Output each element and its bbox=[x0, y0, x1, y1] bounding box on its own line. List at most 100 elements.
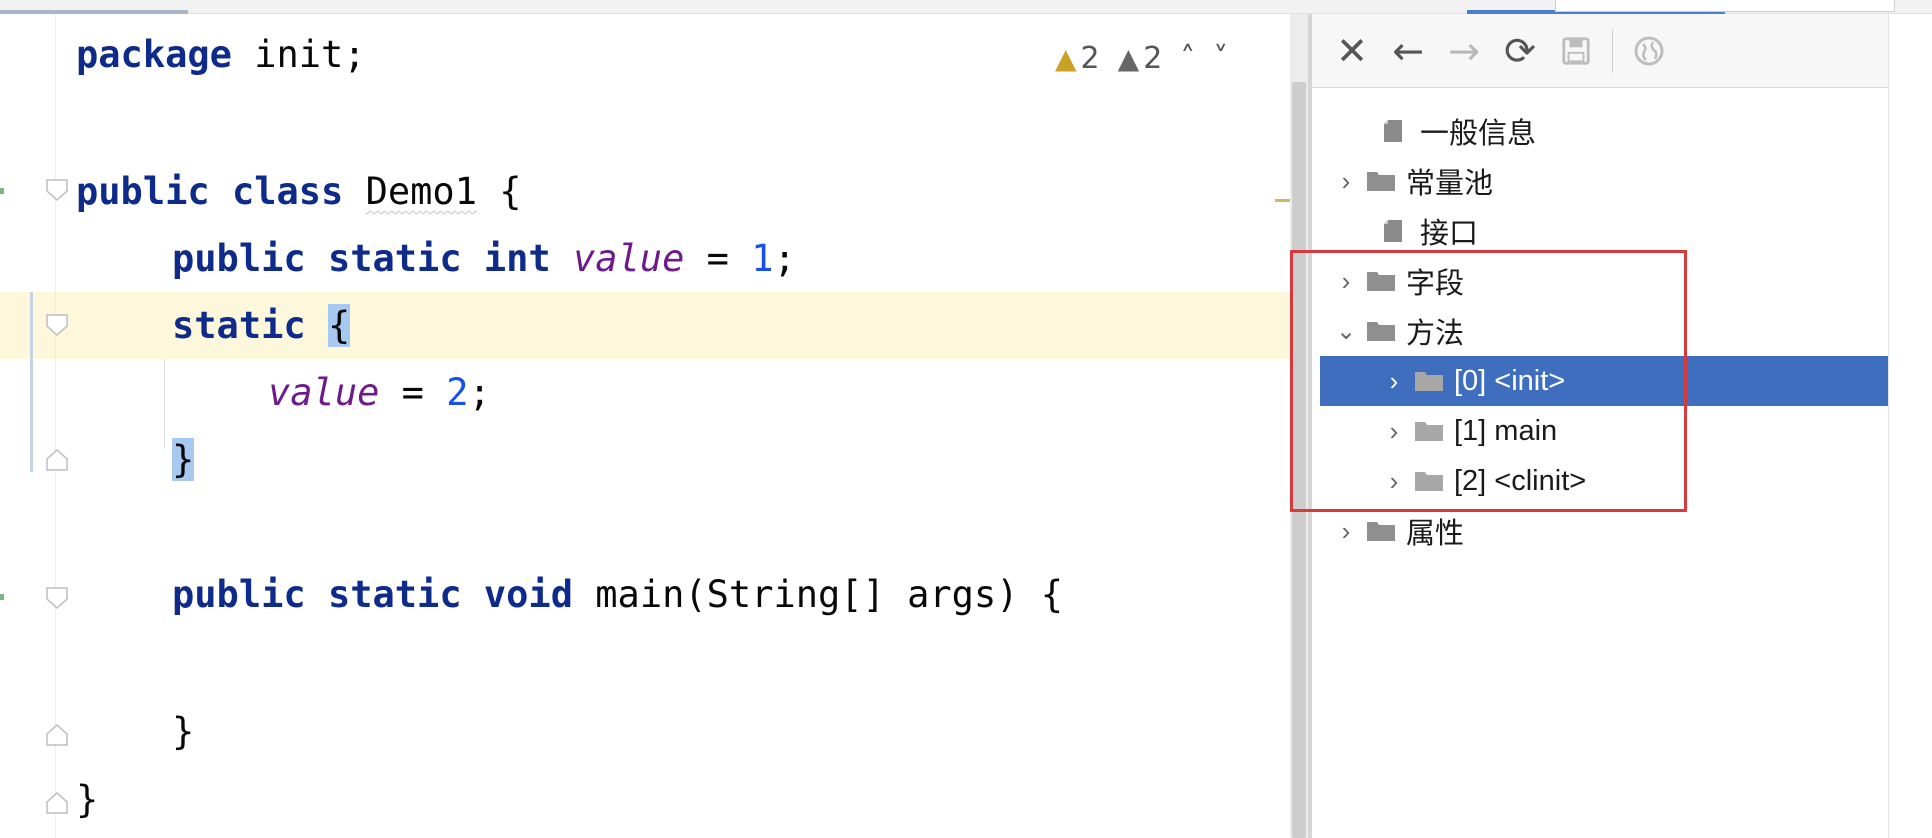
code-line-assignment: value = 2; bbox=[268, 368, 491, 418]
panel-edge bbox=[1888, 14, 1932, 838]
indent-guide bbox=[164, 359, 165, 449]
fold-open-icon[interactable] bbox=[44, 585, 70, 611]
folder-icon bbox=[1415, 422, 1443, 441]
keyword: int bbox=[483, 237, 551, 280]
back-arrow-icon[interactable]: ← bbox=[1380, 23, 1436, 79]
code-line-static-close: } bbox=[172, 435, 195, 485]
code-line-static-block: static { bbox=[172, 301, 351, 351]
tree-node-label: [0] <init> bbox=[1454, 364, 1566, 397]
keyword: public bbox=[76, 170, 210, 213]
expand-chevron-icon[interactable]: › bbox=[1334, 516, 1358, 547]
keyword: static bbox=[327, 237, 462, 280]
tree-node-label: 方法 bbox=[1406, 318, 1465, 350]
keyword: package bbox=[76, 33, 232, 76]
warnings-indicator[interactable]: ▲ 2 bbox=[1055, 41, 1100, 76]
refresh-icon[interactable]: ⟳ bbox=[1492, 23, 1548, 79]
tree-node-label: [2] <clinit> bbox=[1454, 464, 1587, 497]
code-line-field: public static int value = 1; bbox=[172, 234, 796, 284]
fold-close-icon[interactable] bbox=[44, 790, 70, 816]
expand-chevron-icon[interactable]: › bbox=[1382, 466, 1406, 497]
operator: = bbox=[684, 237, 752, 280]
brace: } bbox=[172, 710, 195, 753]
forward-arrow-icon[interactable]: → bbox=[1436, 23, 1492, 79]
folder-icon bbox=[1367, 272, 1395, 291]
number-literal: 1 bbox=[751, 237, 774, 280]
number-literal: 2 bbox=[446, 371, 469, 414]
field-name: value bbox=[572, 237, 685, 280]
expand-chevron-icon[interactable]: › bbox=[1334, 266, 1358, 297]
keyword: public bbox=[172, 237, 306, 280]
code-line-main: public static void main(String[] args) { bbox=[172, 570, 1063, 620]
fold-close-icon[interactable] bbox=[44, 447, 70, 473]
code-editor[interactable]: package init; public class Demo1 { publi… bbox=[0, 14, 1307, 838]
keyword: class bbox=[231, 170, 344, 213]
tree-node-label: 属性 bbox=[1406, 518, 1465, 550]
matched-brace: } bbox=[172, 438, 195, 481]
expand-chevron-icon[interactable]: › bbox=[1382, 366, 1406, 397]
keyword: void bbox=[483, 573, 573, 616]
viewer-toolbar: ✕ ← → ⟳ bbox=[1312, 14, 1888, 88]
tree-node-attributes[interactable]: › 属性 bbox=[1334, 506, 1874, 556]
field-name: value bbox=[268, 371, 380, 414]
class-name: Demo1 bbox=[365, 170, 477, 213]
editor-scrollbar[interactable] bbox=[1290, 14, 1308, 838]
warning-count: 2 bbox=[1080, 40, 1100, 76]
tree-node-label: 接口 bbox=[1420, 218, 1479, 250]
fold-close-icon[interactable] bbox=[44, 722, 70, 748]
tree-node-label: 字段 bbox=[1406, 268, 1465, 300]
file-icon bbox=[1384, 220, 1402, 242]
tree-node-fields[interactable]: › 字段 bbox=[1334, 256, 1874, 306]
gutter-divider bbox=[55, 14, 56, 838]
tree-node-method-init[interactable]: › [0] <init> bbox=[1320, 356, 1888, 406]
weak-warning-icon: ▲ bbox=[1117, 41, 1140, 75]
expand-chevron-icon[interactable]: › bbox=[1382, 416, 1406, 447]
brace: { bbox=[499, 170, 522, 213]
keyword: static bbox=[327, 573, 462, 616]
top-tab-strip bbox=[0, 0, 1932, 14]
keyword: public bbox=[172, 573, 306, 616]
tree-node-general-info[interactable]: 一般信息 bbox=[1372, 106, 1872, 156]
code-line-class: public class Demo1 { bbox=[76, 167, 522, 217]
tree-node-method-clinit[interactable]: › [2] <clinit> bbox=[1382, 456, 1882, 506]
scrollbar-thumb[interactable] bbox=[1292, 82, 1306, 838]
tree-node-interfaces[interactable]: 接口 bbox=[1372, 206, 1872, 256]
expand-chevron-icon[interactable]: › bbox=[1334, 166, 1358, 197]
tree-node-method-main[interactable]: › [1] main bbox=[1382, 406, 1882, 456]
collapse-chevron-icon[interactable]: ⌄ bbox=[1334, 317, 1358, 346]
method-signature: main(String[] args) { bbox=[595, 573, 1064, 616]
operator: = bbox=[379, 371, 447, 414]
scope-indicator bbox=[30, 292, 33, 472]
fold-open-icon[interactable] bbox=[44, 177, 70, 203]
tree-node-label: 一般信息 bbox=[1420, 118, 1537, 150]
folder-icon bbox=[1415, 372, 1443, 391]
bytecode-viewer-panel: ✕ ← → ⟳ 一般信息 › 常量池 接口 › 字段 ⌄ 方法 › [0] <i… bbox=[1312, 14, 1888, 838]
folder-icon bbox=[1367, 522, 1395, 541]
code-line-class-close: } bbox=[76, 775, 98, 825]
matched-brace: { bbox=[327, 304, 351, 347]
tree-node-methods[interactable]: ⌄ 方法 bbox=[1334, 306, 1874, 356]
panel-tab[interactable] bbox=[1555, 0, 1895, 12]
folder-icon bbox=[1367, 322, 1395, 341]
code-line-package: package init; bbox=[76, 30, 366, 80]
next-highlight-icon[interactable]: ˅ bbox=[1213, 41, 1228, 76]
semicolon: ; bbox=[773, 237, 796, 280]
code-line-main-close: } bbox=[172, 707, 194, 757]
web-icon[interactable] bbox=[1621, 23, 1677, 79]
fold-open-icon[interactable] bbox=[44, 312, 70, 338]
keyword: static bbox=[172, 304, 306, 347]
brace: } bbox=[76, 778, 99, 821]
warning-icon: ▲ bbox=[1055, 41, 1077, 75]
semicolon: ; bbox=[468, 371, 491, 414]
inspection-widget[interactable]: ▲ 2 ▲ 2 ˄ ˅ bbox=[1055, 36, 1228, 80]
previous-highlight-icon[interactable]: ˄ bbox=[1180, 41, 1195, 76]
file-icon bbox=[1384, 120, 1402, 142]
gutter-marker bbox=[0, 188, 4, 194]
folder-icon bbox=[1415, 472, 1443, 491]
tree-node-constant-pool[interactable]: › 常量池 bbox=[1334, 156, 1874, 206]
toolbar-separator bbox=[1612, 28, 1613, 73]
close-icon[interactable]: ✕ bbox=[1324, 23, 1380, 79]
folder-icon bbox=[1367, 172, 1395, 191]
weak-warnings-indicator[interactable]: ▲ 2 bbox=[1118, 41, 1163, 76]
save-icon[interactable] bbox=[1548, 23, 1604, 79]
weak-warning-count: 2 bbox=[1143, 40, 1163, 76]
